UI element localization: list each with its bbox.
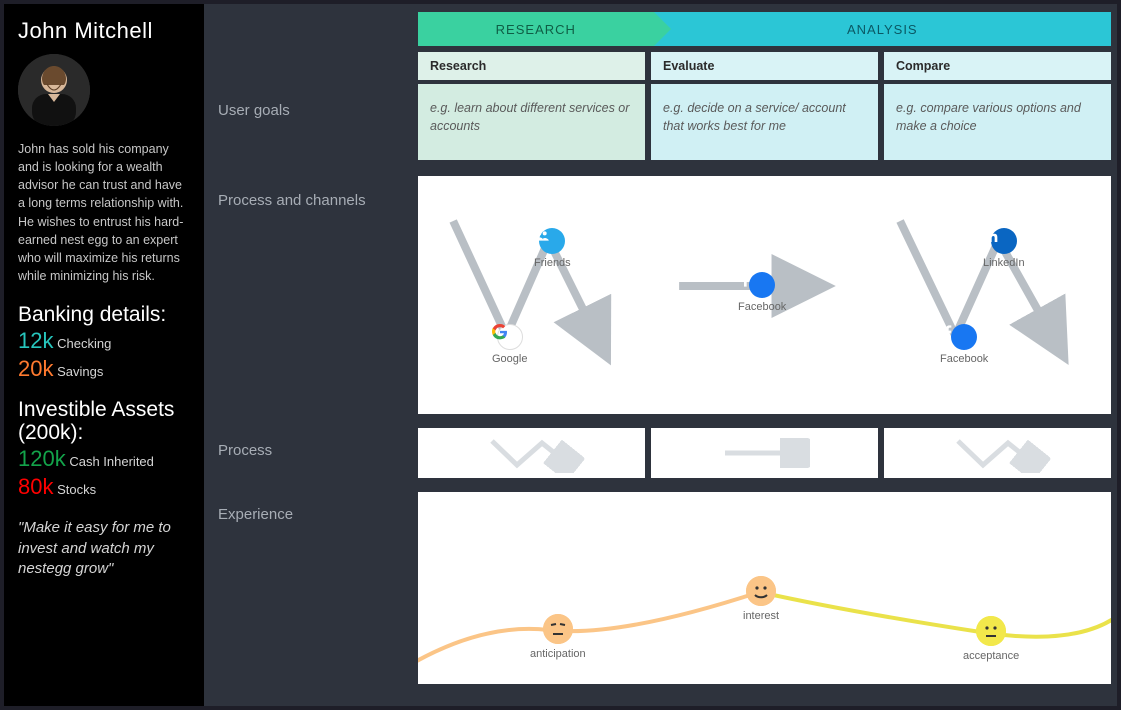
amount: 12k	[18, 328, 53, 353]
label: Google	[492, 353, 527, 365]
banking-savings: 20k Savings	[18, 356, 190, 382]
phase-tabs: RESEARCH ANALYSIS	[418, 12, 1111, 46]
col-head-evaluate: Evaluate	[651, 52, 878, 80]
process-row	[418, 428, 1111, 478]
assets-stocks: 80k Stocks	[18, 474, 190, 500]
row-label-goals: User goals	[218, 72, 418, 192]
avatar	[18, 54, 90, 126]
banking-title: Banking details:	[18, 303, 190, 326]
main-area: User goals Process and channels Process …	[204, 4, 1117, 706]
goals-row: e.g. learn about different services or a…	[418, 84, 1111, 160]
persona-name: John Mitchell	[18, 18, 190, 44]
goal-compare: e.g. compare various options and make a …	[884, 84, 1111, 160]
friends-icon	[539, 228, 565, 254]
label: Savings	[57, 364, 103, 379]
process-cell-compare	[884, 428, 1111, 478]
channel-friends: Friends	[534, 228, 571, 269]
assets-cash: 120k Cash Inherited	[18, 446, 190, 472]
label: Friends	[534, 257, 571, 269]
process-cell-evaluate	[651, 428, 878, 478]
experience-panel: anticipation interest acceptance	[418, 492, 1111, 684]
channel-linkedin: LinkedIn	[983, 228, 1025, 269]
process-cell-research	[418, 428, 645, 478]
facebook-icon	[951, 324, 977, 350]
row-label-channels: Process and channels	[218, 192, 418, 442]
col-head-research: Research	[418, 52, 645, 80]
phase-research[interactable]: RESEARCH	[418, 12, 654, 46]
exp-interest: interest	[743, 576, 779, 622]
app-frame: John Mitchell John has sold his company …	[0, 0, 1121, 710]
banking-checking: 12k Checking	[18, 328, 190, 354]
row-labels: User goals Process and channels Process …	[204, 12, 418, 706]
goal-research: e.g. learn about different services or a…	[418, 84, 645, 160]
face-flat-icon	[543, 614, 573, 644]
amount: 120k	[18, 446, 66, 471]
channels-panel: Friends Google Facebook	[418, 176, 1111, 414]
linkedin-icon	[991, 228, 1017, 254]
facebook-icon	[749, 272, 775, 298]
face-smile-icon	[746, 576, 776, 606]
column-headers: Research Evaluate Compare	[418, 52, 1111, 80]
exp-acceptance: acceptance	[963, 616, 1019, 662]
google-icon	[497, 324, 523, 350]
persona-sidebar: John Mitchell John has sold his company …	[4, 4, 204, 706]
label: Cash Inherited	[69, 454, 154, 469]
row-label-experience: Experience	[218, 506, 418, 523]
label: Facebook	[738, 301, 786, 313]
goal-evaluate: e.g. decide on a service/ account that w…	[651, 84, 878, 160]
assets-title: Investible Assets (200k):	[18, 398, 190, 444]
label: Checking	[57, 336, 111, 351]
persona-description: John has sold his company and is looking…	[18, 140, 190, 285]
amount: 80k	[18, 474, 53, 499]
exp-anticipation: anticipation	[530, 614, 586, 660]
label: LinkedIn	[983, 257, 1025, 269]
label: Facebook	[940, 353, 988, 365]
face-neutral-icon	[976, 616, 1006, 646]
persona-quote: "Make it easy for me to invest and watch…	[18, 518, 190, 579]
content-column: RESEARCH ANALYSIS Research Evaluate Comp…	[418, 12, 1117, 706]
channel-google: Google	[492, 324, 527, 365]
channel-facebook-center: Facebook	[738, 272, 786, 313]
label: Stocks	[57, 482, 96, 497]
phase-analysis[interactable]: ANALYSIS	[654, 12, 1111, 46]
label: interest	[743, 610, 779, 622]
channel-facebook-right: Facebook	[940, 324, 988, 365]
label: acceptance	[963, 650, 1019, 662]
amount: 20k	[18, 356, 53, 381]
row-label-process: Process	[218, 442, 418, 506]
label: anticipation	[530, 648, 586, 660]
col-head-compare: Compare	[884, 52, 1111, 80]
